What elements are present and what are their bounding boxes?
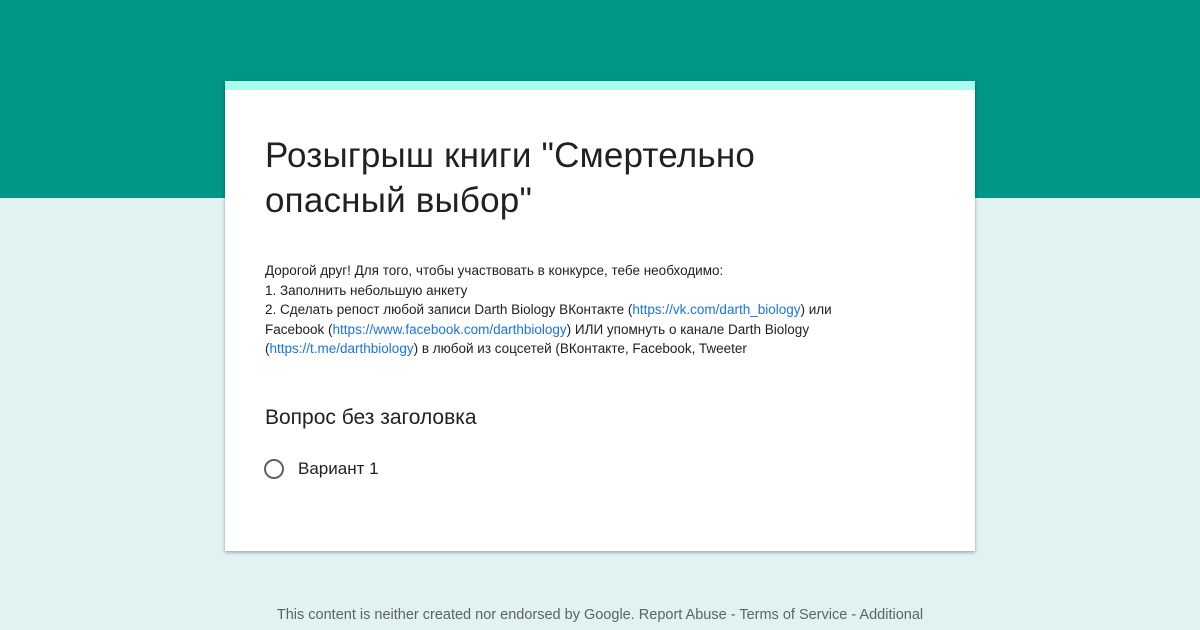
form-accent-bar (225, 81, 975, 90)
radio-option-1[interactable]: Вариант 1 (264, 456, 379, 482)
vk-link[interactable]: https://vk.com/darth_biology (632, 302, 800, 317)
footer-separator: - (851, 607, 857, 623)
form-title-line-1: Розыгрыш книги "Смертельно (265, 136, 756, 175)
facebook-link[interactable]: https://www.facebook.com/darthbiology (333, 322, 567, 337)
description-line-4: Facebook (https://www.facebook.com/darth… (265, 320, 945, 340)
description-text: 2. Сделать репост любой записи Darth Bio… (265, 302, 633, 317)
description-text: Facebook ( (265, 321, 333, 337)
footer-separator: - (730, 607, 736, 623)
description-text: ) ИЛИ упомнуть о канале Darth Biology (566, 321, 810, 337)
description-line-2: 1. Заполнить небольшую анкету (265, 282, 468, 298)
form-card: Розыгрыш книги "Смертельно опасный выбор… (225, 81, 975, 551)
form-title-line-2: опасный выбор" (265, 181, 533, 220)
terms-of-service-link[interactable]: Terms of Service (739, 607, 847, 623)
description-text: ) в любой из соцсетей (ВКонтакте, Facebo… (413, 341, 747, 356)
description-line-3: 2. Сделать репост любой записи Darth Bio… (265, 300, 945, 320)
radio-option-label[interactable]: Вариант 1 (298, 459, 379, 479)
additional-terms-link[interactable]: Additional (859, 607, 923, 623)
telegram-link[interactable]: https://t.me/darthbiology (270, 341, 414, 356)
footer-notice: This content is neither created nor endo… (276, 607, 635, 623)
description-line-1: Дорогой друг! Для того, чтобы участвоват… (265, 263, 724, 278)
description-text: ) или (800, 302, 832, 317)
radio-unchecked-icon[interactable] (264, 459, 284, 479)
form-title: Розыгрыш книги "Смертельно опасный выбор… (265, 133, 915, 223)
question-title: Вопрос без заголовка (265, 406, 477, 429)
form-description: Дорогой друг! Для того, чтобы участвоват… (265, 261, 945, 359)
report-abuse-link[interactable]: Report Abuse (639, 607, 727, 623)
description-line-5: (https://t.me/darthbiology) в любой из с… (265, 339, 945, 359)
footer: This content is neither created nor endo… (0, 607, 1200, 623)
